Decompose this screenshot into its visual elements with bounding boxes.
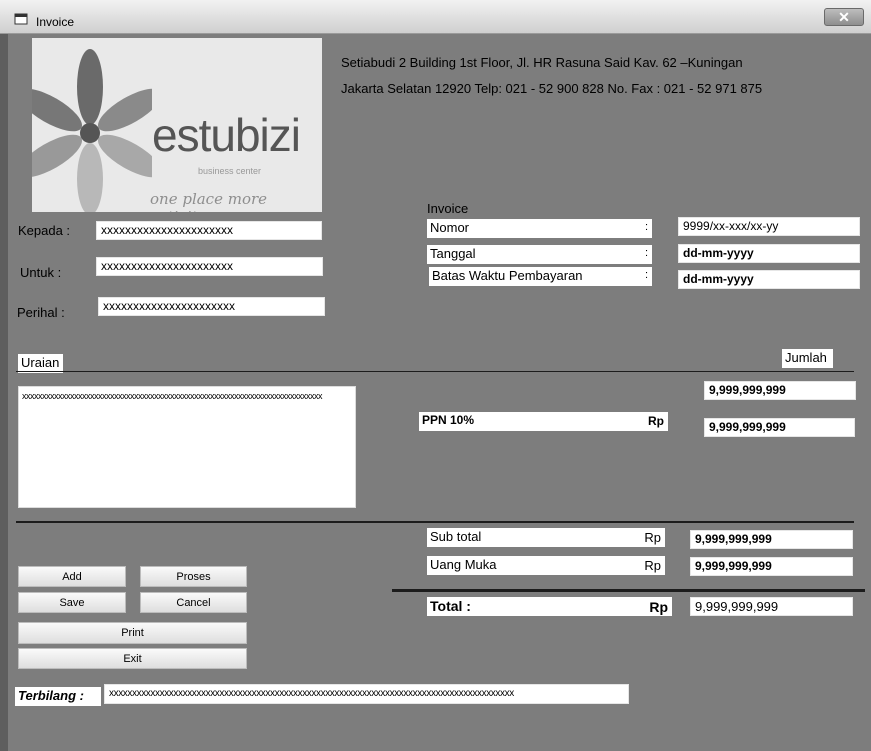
- ppn-field[interactable]: 9,999,999,999: [704, 418, 855, 437]
- subtotal-currency: Rp: [644, 530, 661, 545]
- window-title: Invoice: [36, 15, 75, 29]
- exit-button[interactable]: Exit: [18, 648, 247, 669]
- colon: :: [644, 269, 648, 281]
- items-divider: [16, 521, 854, 523]
- total-currency: Rp: [649, 599, 668, 615]
- jumlah-field[interactable]: 9,999,999,999: [704, 381, 856, 400]
- uangmuka-label: Uang Muka Rp: [427, 556, 665, 575]
- uangmuka-currency: Rp: [644, 558, 661, 573]
- ppn-label-text: PPN 10%: [422, 413, 475, 427]
- subtotal-label-text: Sub total: [430, 529, 482, 544]
- untuk-label: Untuk :: [20, 265, 62, 280]
- company-logo: estubizi business center one place more …: [32, 38, 322, 212]
- nomor-field[interactable]: 9999/xx-xxx/xx-yy: [678, 217, 860, 236]
- perihal-label: Perihal :: [17, 305, 65, 320]
- flower-icon: [32, 49, 152, 212]
- total-label-text: Total :: [430, 598, 471, 614]
- ppn-currency: Rp: [648, 414, 664, 428]
- ppn-label: PPN 10% Rp: [419, 412, 668, 431]
- address-line-2: Jakarta Selatan 12920 Telp: 021 - 52 900…: [341, 81, 763, 96]
- uraian-textarea[interactable]: xxxxxxxxxxxxxxxxxxxxxxxxxxxxxxxxxxxxxxxx…: [18, 386, 356, 508]
- logo-tagline: one place more activity: [150, 190, 268, 212]
- subtotal-field[interactable]: 9,999,999,999: [690, 530, 853, 549]
- kepada-field[interactable]: xxxxxxxxxxxxxxxxxxxxxx: [96, 221, 322, 240]
- subtotal-label: Sub total Rp: [427, 528, 665, 547]
- total-label: Total : Rp: [427, 597, 672, 616]
- uangmuka-label-text: Uang Muka: [430, 557, 497, 572]
- add-button[interactable]: Add: [18, 566, 126, 587]
- untuk-field[interactable]: xxxxxxxxxxxxxxxxxxxxxx: [96, 257, 323, 276]
- header-divider: [16, 371, 854, 372]
- terbilang-field[interactable]: xxxxxxxxxxxxxxxxxxxxxxxxxxxxxxxxxxxxxxxx…: [104, 684, 629, 704]
- uangmuka-field[interactable]: 9,999,999,999: [690, 557, 853, 576]
- nomor-label-text: Nomor: [430, 220, 470, 235]
- print-button[interactable]: Print: [18, 622, 247, 644]
- save-button[interactable]: Save: [18, 592, 126, 613]
- terbilang-label: Terbilang :: [15, 687, 101, 706]
- title-bar: [0, 0, 871, 34]
- tanggal-label-text: Tanggal: [430, 246, 476, 261]
- total-divider: [392, 589, 865, 592]
- perihal-field[interactable]: xxxxxxxxxxxxxxxxxxxxxx: [98, 297, 325, 316]
- proses-button[interactable]: Proses: [140, 566, 247, 587]
- close-button[interactable]: ✕: [824, 8, 864, 26]
- jumlah-header: Jumlah: [782, 349, 833, 368]
- colon: :: [644, 221, 648, 233]
- batas-label-text: Batas Waktu Pembayaran: [432, 268, 583, 283]
- invoice-heading: Invoice: [427, 201, 469, 216]
- colon: :: [644, 247, 648, 259]
- batas-label: Batas Waktu Pembayaran :: [429, 267, 652, 286]
- logo-subtitle: business center: [198, 166, 262, 176]
- nomor-label: Nomor :: [427, 219, 652, 238]
- tanggal-field[interactable]: dd-mm-yyyy: [678, 244, 860, 263]
- total-field[interactable]: 9,999,999,999: [690, 597, 853, 616]
- window-icon: [14, 13, 28, 25]
- tanggal-label: Tanggal :: [427, 245, 652, 264]
- address-line-1: Setiabudi 2 Building 1st Floor, Jl. HR R…: [341, 55, 743, 70]
- kepada-label: Kepada :: [18, 223, 71, 238]
- cancel-button[interactable]: Cancel: [140, 592, 247, 613]
- batas-field[interactable]: dd-mm-yyyy: [678, 270, 860, 289]
- logo-wordmark: estubizi: [152, 109, 301, 161]
